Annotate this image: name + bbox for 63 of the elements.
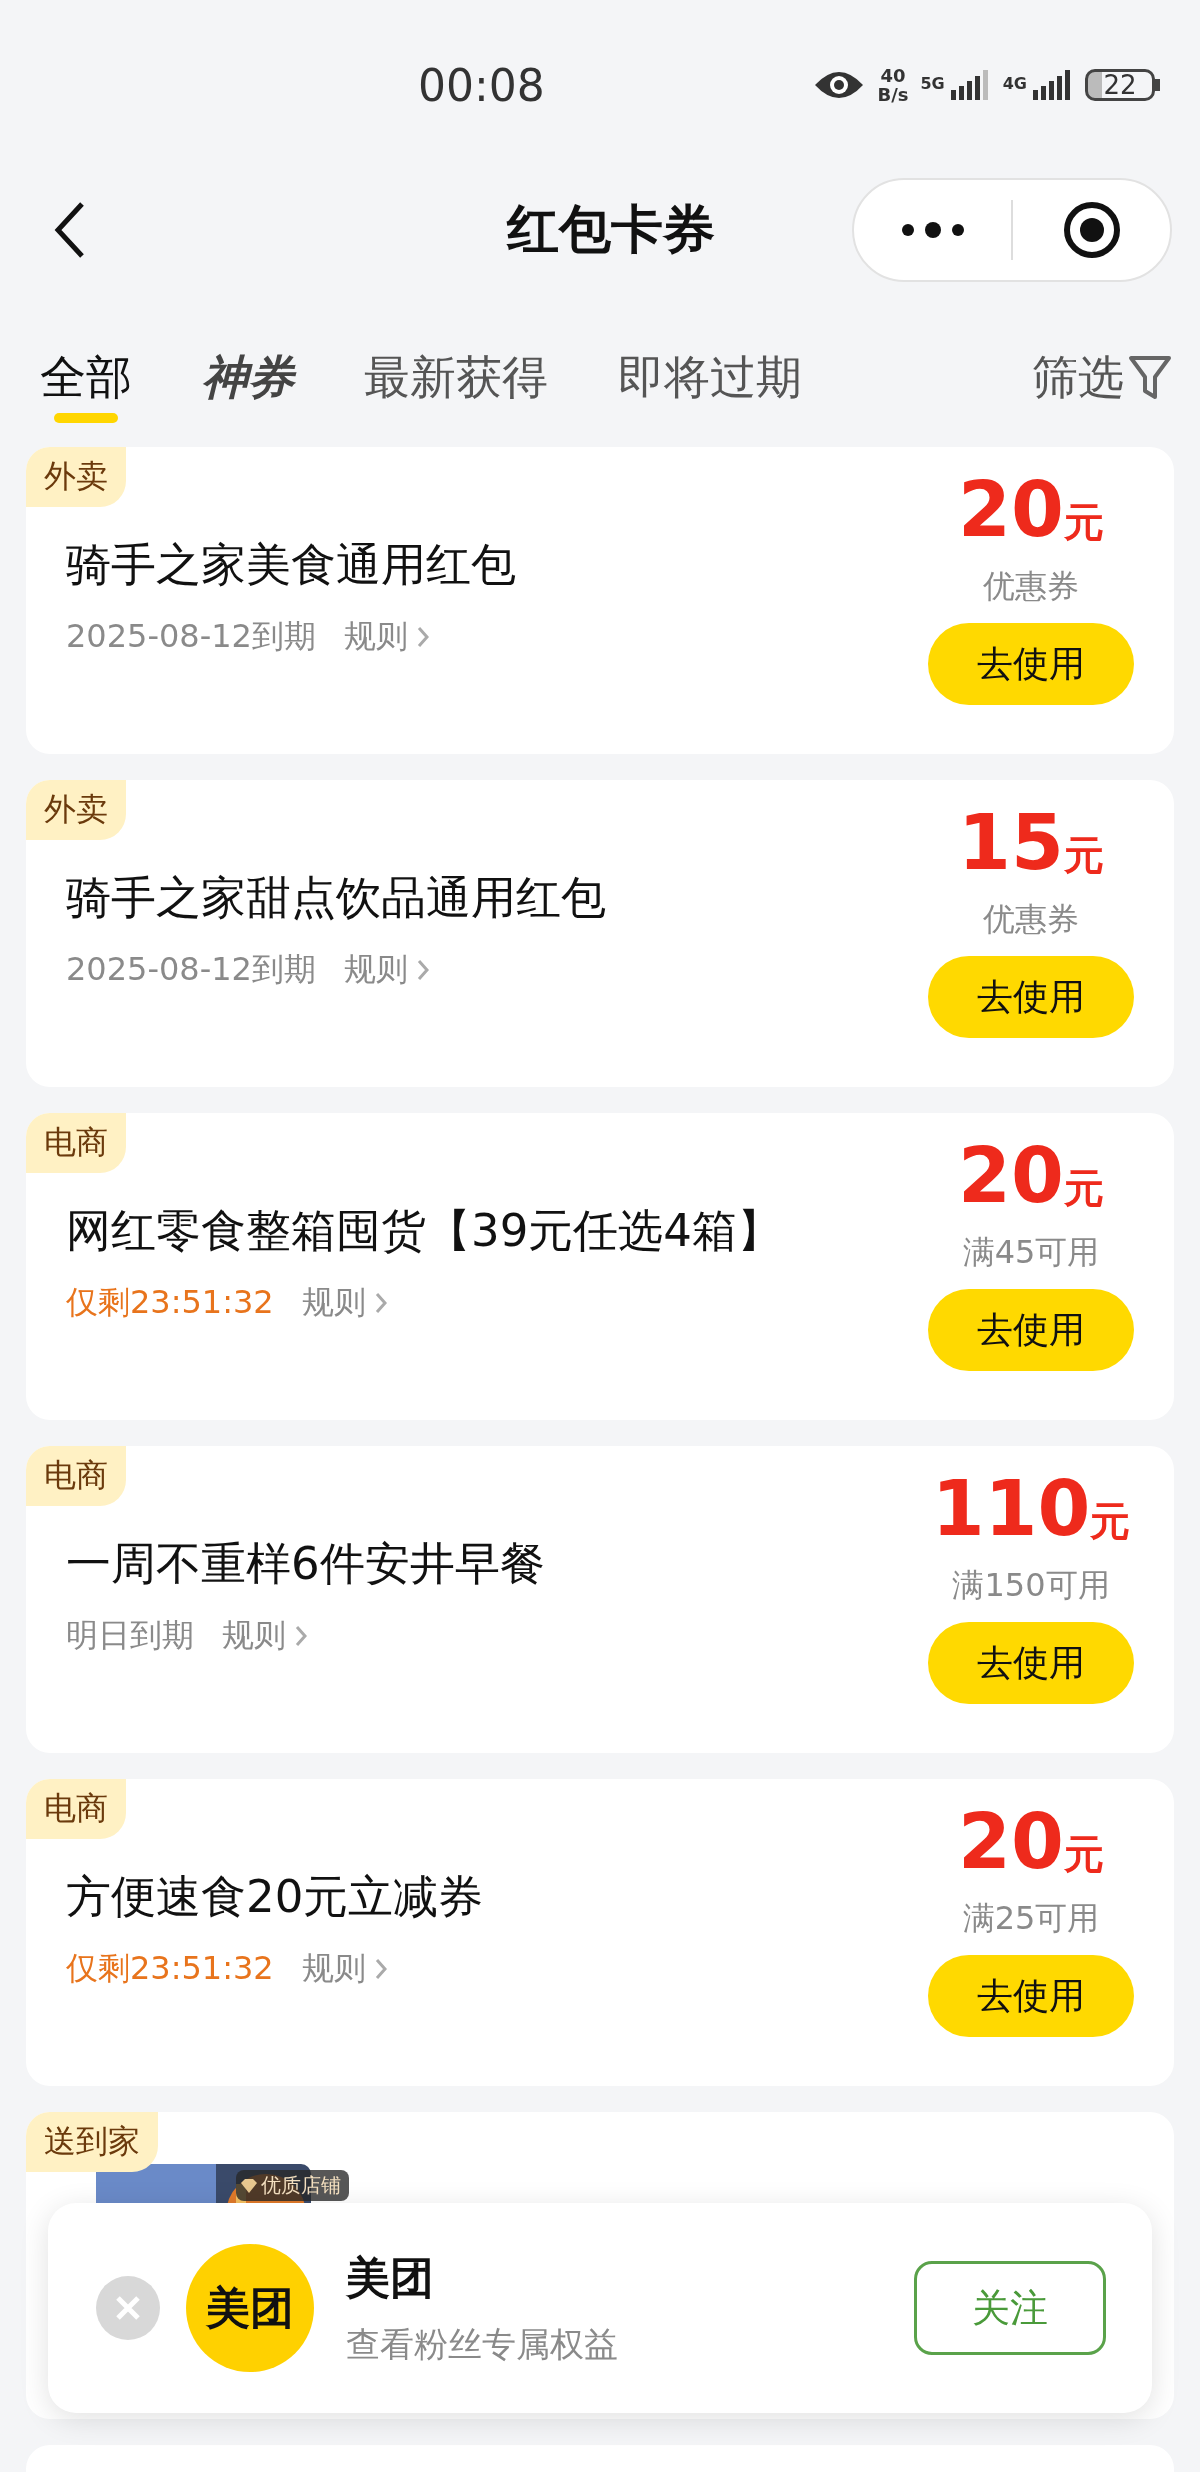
coupon-title: 方便速食20元立减券 bbox=[66, 1869, 485, 1925]
chevron-right-icon bbox=[415, 625, 430, 649]
store-badge: 优质店铺 bbox=[236, 2170, 349, 2201]
use-button[interactable]: 去使用 bbox=[928, 956, 1134, 1038]
expiry-text: 仅剩23:51:32 bbox=[66, 1282, 274, 1323]
target-icon bbox=[1061, 200, 1122, 260]
clock-time: 00:08 bbox=[418, 59, 545, 111]
use-button[interactable]: 去使用 bbox=[928, 1289, 1134, 1371]
coupon-condition: 满45可用 bbox=[962, 1232, 1100, 1273]
use-button[interactable]: 去使用 bbox=[928, 623, 1134, 705]
category-tag: 送到家 bbox=[26, 2112, 158, 2172]
category-tag: 电商 bbox=[26, 1113, 126, 1173]
close-icon bbox=[115, 2295, 141, 2321]
signal-icon bbox=[1031, 68, 1073, 102]
brand-logo: 美团 bbox=[186, 2244, 314, 2372]
coupon-amount: 20元 bbox=[958, 1135, 1104, 1222]
coupon-amount: 15元 bbox=[958, 802, 1104, 889]
chevron-right-icon bbox=[415, 958, 430, 982]
network-type: 4G bbox=[1002, 74, 1027, 93]
expiry-text: 明日到期 bbox=[66, 1615, 194, 1656]
expiry-text: 2025-08-12到期 bbox=[66, 616, 316, 657]
follow-button[interactable]: 关注 bbox=[914, 2261, 1106, 2355]
coupon-condition: 优惠券 bbox=[983, 566, 1079, 607]
page-title: 红包卡券 bbox=[505, 198, 716, 261]
expiry-text: 仅剩23:51:32 bbox=[66, 1948, 274, 1989]
use-button[interactable]: 去使用 bbox=[928, 1622, 1134, 1704]
category-tag: 外卖 bbox=[26, 447, 126, 507]
filter-button[interactable]: 筛选 bbox=[1032, 347, 1172, 423]
rules-link[interactable]: 规则 bbox=[343, 615, 430, 659]
category-tag: 外卖 bbox=[26, 780, 126, 840]
network-speed-unit: B/s bbox=[877, 85, 909, 104]
coupon-title: 骑手之家甜点饮品通用红包 bbox=[66, 870, 607, 926]
chevron-right-icon bbox=[294, 1624, 308, 1648]
rules-link[interactable]: 规则 bbox=[301, 1947, 388, 1991]
chevron-right-icon bbox=[373, 1291, 388, 1315]
signal-icon bbox=[948, 68, 991, 102]
tab[interactable]: 全部 bbox=[40, 347, 132, 423]
tab[interactable]: 最新获得 bbox=[364, 347, 548, 423]
rules-link[interactable]: 规则 bbox=[343, 948, 430, 992]
tab[interactable]: 即将过期 bbox=[618, 347, 802, 423]
coupon-amount: 20元 bbox=[958, 1801, 1104, 1888]
coupon-condition: 满150可用 bbox=[952, 1565, 1110, 1606]
battery-tip-icon bbox=[1155, 79, 1160, 91]
account-name: 美团 bbox=[346, 2250, 435, 2305]
coupon-title: 骑手之家美食通用红包 bbox=[66, 537, 517, 593]
coupon-amount: 110元 bbox=[931, 1468, 1131, 1555]
expiry-text: 2025-08-12到期 bbox=[66, 949, 316, 990]
coupon-title: 一周不重样6件安井早餐 bbox=[66, 1536, 546, 1592]
battery-level: 22 bbox=[1085, 69, 1155, 101]
coupon-condition: 优惠券 bbox=[983, 899, 1079, 940]
rules-link[interactable]: 规则 bbox=[222, 1614, 308, 1658]
coupon-amount: 20元 bbox=[958, 469, 1104, 556]
use-button[interactable]: 去使用 bbox=[928, 1955, 1134, 2037]
category-tag: 电商 bbox=[26, 1779, 126, 1839]
category-tag: 电商 bbox=[26, 1446, 126, 1506]
more-icon bbox=[899, 220, 966, 240]
coupon-condition: 满25可用 bbox=[962, 1898, 1100, 1939]
chevron-right-icon bbox=[373, 1957, 388, 1981]
rules-link[interactable]: 规则 bbox=[301, 1281, 388, 1325]
network-speed: 40 bbox=[879, 66, 907, 85]
network-type: 5G bbox=[920, 74, 945, 93]
account-subtitle: 查看粉丝专属权益 bbox=[346, 2322, 618, 2366]
coupon-title: 网红零食整箱囤货【39元任选4箱】 bbox=[66, 1203, 783, 1259]
